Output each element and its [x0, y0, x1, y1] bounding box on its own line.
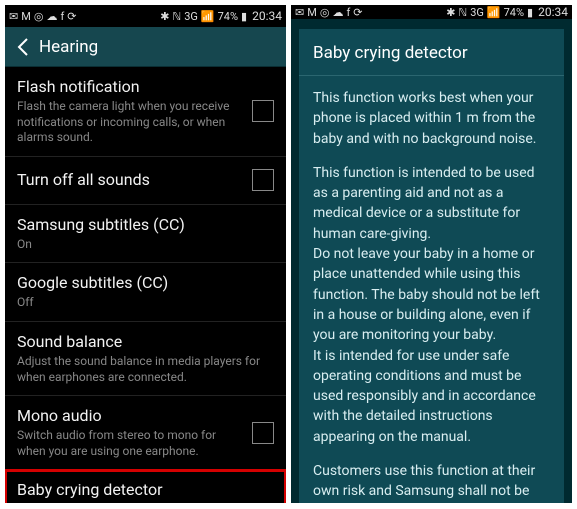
location-icon: ◎ — [320, 7, 330, 18]
bluetooth-icon: ✱ — [446, 7, 455, 18]
mail-icon: ✉ — [9, 11, 18, 22]
status-bar: ✉ M ◎ ☁ f ⟳ ✱ ℕ 3G 📶 74% ▮ 20:34 — [5, 5, 286, 27]
battery-pct: 74% — [218, 11, 238, 22]
phone-screen-dialog: ✉ M ◎ ☁ f ⟳ ✱ ℕ 3G 📶 74% ▮ 20:34 Baby cr… — [291, 5, 572, 503]
facebook-icon: f — [60, 11, 64, 22]
clock: 20:34 — [538, 5, 568, 19]
dialog-backdrop: Baby crying detector This function works… — [291, 19, 572, 503]
dialog-paragraph: Customers use this function at their own… — [313, 461, 550, 503]
back-icon[interactable] — [13, 34, 33, 60]
app-header: Hearing — [5, 27, 286, 67]
facebook-icon: f — [346, 7, 350, 18]
battery-pct: 74% — [504, 7, 524, 18]
chat-icon: ☁ — [332, 7, 343, 18]
setting-item-sound-balance[interactable]: Sound balanceAdjust the sound balance in… — [5, 322, 286, 396]
setting-item-google-subtitles-cc-[interactable]: Google subtitles (CC) Off — [5, 263, 286, 322]
setting-title: Turn off all sounds — [17, 170, 244, 190]
checkbox[interactable] — [252, 169, 274, 191]
signal-icon: 📶 — [201, 11, 215, 22]
gmail-icon: M — [307, 7, 317, 18]
setting-title: Sound balance — [17, 332, 266, 352]
chat-icon: ☁ — [46, 11, 57, 22]
checkbox[interactable] — [252, 100, 274, 122]
dialog-baby-crying-detector: Baby crying detector This function works… — [299, 29, 564, 503]
setting-subtitle: Adjust the sound balance in media player… — [17, 354, 266, 385]
nfc-icon: ℕ — [458, 7, 467, 18]
setting-item-baby-crying-detector[interactable]: Baby crying detector Alert with vibration… — [5, 470, 286, 503]
checkbox[interactable] — [252, 422, 274, 444]
network-icon: 3G — [184, 11, 198, 22]
status-bar: ✉ M ◎ ☁ f ⟳ ✱ ℕ 3G 📶 74% ▮ 20:34 — [291, 5, 572, 19]
setting-item-samsung-subtitles-cc-[interactable]: Samsung subtitles (CC) On — [5, 205, 286, 264]
bluetooth-icon: ✱ — [160, 11, 169, 22]
phone-screen-settings: ✉ M ◎ ☁ f ⟳ ✱ ℕ 3G 📶 74% ▮ 20:34 Hearing… — [5, 5, 286, 503]
gmail-icon: M — [21, 11, 31, 22]
setting-subtitle: On — [17, 237, 266, 253]
network-icon: 3G — [470, 7, 484, 18]
setting-title: Samsung subtitles (CC) — [17, 215, 266, 235]
setting-item-mono-audio[interactable]: Mono audioSwitch audio from stereo to mo… — [5, 396, 286, 470]
battery-icon: ▮ — [241, 11, 247, 22]
setting-title: Baby crying detector — [17, 480, 266, 500]
location-icon: ◎ — [34, 11, 44, 22]
setting-subtitle: Flash the camera light when you receive … — [17, 99, 244, 146]
settings-list[interactable]: Flash notificationFlash the camera light… — [5, 67, 286, 503]
clock: 20:34 — [252, 9, 282, 23]
dialog-paragraph: This function works best when your phone… — [313, 88, 550, 149]
dialog-paragraph: This function is intended to be used as … — [313, 163, 550, 447]
setting-title: Google subtitles (CC) — [17, 273, 266, 293]
page-title: Hearing — [39, 37, 98, 57]
nfc-icon: ℕ — [172, 11, 181, 22]
setting-subtitle: Off — [17, 295, 266, 311]
setting-title: Flash notification — [17, 77, 244, 97]
sync-icon: ⟳ — [67, 11, 76, 22]
battery-icon: ▮ — [527, 7, 533, 18]
dialog-title: Baby crying detector — [299, 29, 564, 76]
dialog-body[interactable]: This function works best when your phone… — [299, 76, 564, 503]
setting-subtitle: Switch audio from stereo to mono for whe… — [17, 428, 244, 459]
mail-icon: ✉ — [295, 7, 304, 18]
setting-item-flash-notification[interactable]: Flash notificationFlash the camera light… — [5, 67, 286, 157]
signal-icon: 📶 — [487, 7, 501, 18]
sync-icon: ⟳ — [353, 7, 362, 18]
setting-subtitle: Alert with vibration when baby crying is… — [17, 502, 266, 503]
setting-item-turn-off-all-sounds[interactable]: Turn off all sounds — [5, 157, 286, 205]
setting-title: Mono audio — [17, 406, 244, 426]
